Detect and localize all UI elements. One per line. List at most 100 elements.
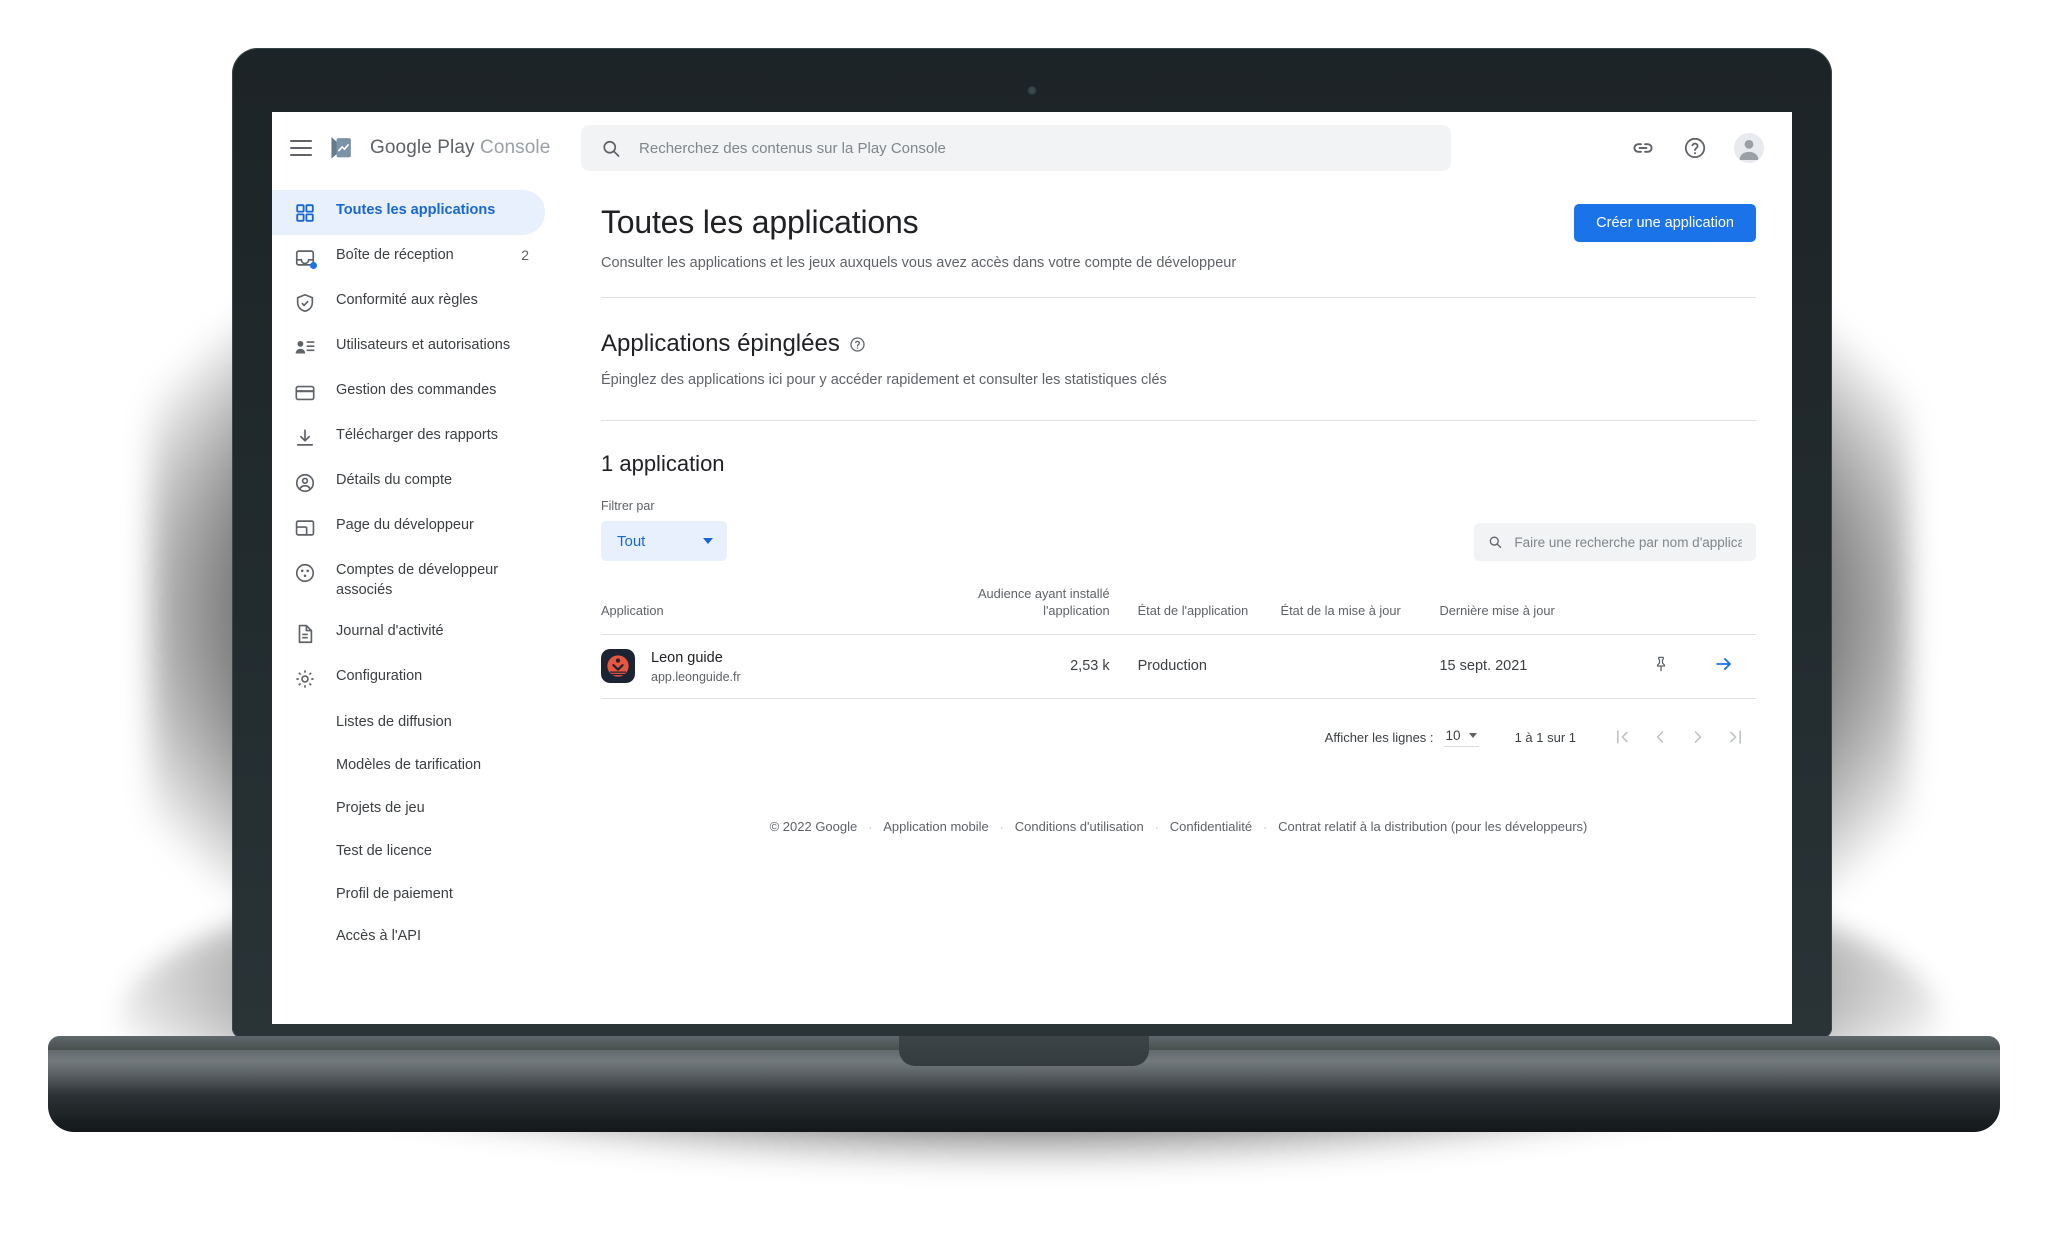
sidebar-item-label: Boîte de réception — [336, 247, 454, 263]
sidebar-subitem-projets-de-jeu[interactable]: Projets de jeu — [272, 787, 567, 830]
brand-row: Google Play Console — [272, 112, 567, 184]
footer-link-confidentialite[interactable]: Confidentialité — [1170, 819, 1252, 834]
cell-last-update: 15 sept. 2021 — [1439, 658, 1528, 675]
sidebar-subitem-listes-de-diffusion[interactable]: Listes de diffusion — [272, 701, 567, 744]
app-search-input[interactable] — [1514, 534, 1742, 550]
column-header-update-state: État de la mise à jour — [1280, 603, 1401, 619]
table-row[interactable]: Leon guide app.leonguide.fr 2,53 k Produ… — [601, 634, 1756, 699]
search-input[interactable] — [639, 139, 1431, 157]
prev-page-button[interactable] — [1644, 721, 1676, 753]
users-permissions-icon — [294, 337, 316, 359]
help-circle-icon[interactable] — [1682, 135, 1708, 161]
create-app-button[interactable]: Créer une application — [1574, 204, 1756, 242]
sidebar-item-page-du-developpeur[interactable]: Page du développeur — [272, 505, 545, 550]
sidebar-item-label: Conformité aux règles — [336, 292, 478, 308]
sidebar-item-telecharger-des-rapports[interactable]: Télécharger des rapports — [272, 415, 545, 460]
sidebar-item-label: Détails du compte — [336, 472, 453, 488]
app-name: Leon guide — [651, 649, 723, 666]
rows-per-page-label: Afficher les lignes : — [1324, 729, 1434, 745]
account-avatar-icon — [1739, 140, 1759, 160]
brand-console: Console — [480, 137, 551, 158]
chevron-down-icon — [703, 538, 713, 544]
search-icon — [1489, 536, 1502, 549]
last-page-button[interactable] — [1720, 721, 1752, 753]
sidebar-item-details-du-compte[interactable]: Détails du compte — [272, 460, 545, 505]
pinned-section-header: Applications épinglées — [601, 330, 1756, 358]
sidebar-item-conformite-aux-regles[interactable]: Conformité aux règles — [272, 280, 545, 325]
page-header: Toutes les applications Consulter les ap… — [601, 184, 1756, 271]
menu-hamburger-icon[interactable] — [290, 140, 312, 156]
laptop-base-notch — [899, 1036, 1149, 1066]
next-page-button[interactable] — [1682, 721, 1714, 753]
sidebar-item-journal-dactivite[interactable]: Journal d'activité — [272, 611, 545, 656]
chevron-down-icon — [1468, 732, 1477, 738]
pin-icon — [1656, 657, 1665, 672]
column-header-last-update: Dernière mise à jour — [1439, 603, 1555, 619]
link-icon[interactable] — [1630, 135, 1656, 161]
filter-row: Filtrer par Tout — [601, 499, 1756, 561]
linked-accounts-icon — [294, 562, 316, 584]
pin-app-button[interactable] — [1629, 634, 1693, 699]
layout-page-icon — [294, 517, 316, 539]
cell-app-state: Production — [1137, 658, 1207, 675]
column-header-pin — [1629, 585, 1693, 634]
footer-separator: · — [868, 819, 873, 834]
sidebar-subitem-acces-a-lapi[interactable]: Accès à l'API — [272, 915, 567, 958]
grid-apps-icon — [294, 202, 316, 224]
play-console-app: Google Play Console Toutes les applicati… — [272, 112, 1792, 1024]
filter-select[interactable]: Tout — [601, 521, 727, 561]
sidebar-item-configuration[interactable]: Configuration — [272, 656, 545, 701]
sidebar-subitem-modeles-de-tarification[interactable]: Modèles de tarification — [272, 744, 567, 787]
credit-card-icon — [294, 382, 316, 404]
column-header-audience: Audience ayant installé l'application — [977, 586, 1110, 619]
first-page-button[interactable] — [1606, 721, 1638, 753]
cell-audience: 2,53 k — [1070, 658, 1110, 675]
first-page-icon — [1617, 730, 1628, 744]
cell-update-state — [1269, 634, 1428, 699]
open-app-button[interactable] — [1692, 634, 1756, 699]
footer: © 2022 Google · Application mobile · Con… — [601, 819, 1756, 834]
sidebar-item-label: Télécharger des rapports — [336, 427, 498, 443]
webcam-icon — [1027, 86, 1037, 95]
pagination-range: 1 à 1 sur 1 — [1514, 729, 1576, 745]
cell-application: Leon guide app.leonguide.fr — [601, 634, 951, 699]
sidebar-item-comptes-de-developpeur-associes[interactable]: Comptes de développeur associés — [272, 550, 545, 611]
footer-separator: · — [1154, 819, 1159, 834]
topbar-actions — [1600, 133, 1764, 163]
footer-link-contrat-distribution[interactable]: Contrat relatif à la distribution (pour … — [1278, 819, 1587, 834]
last-page-icon — [1730, 730, 1741, 744]
sidebar-item-utilisateurs-et-autorisations[interactable]: Utilisateurs et autorisations — [272, 325, 545, 370]
app-name-search[interactable] — [1474, 523, 1756, 561]
brand-title: Google Play Console — [370, 137, 550, 159]
footer-copyright: © 2022 Google — [769, 819, 858, 835]
pagination-buttons — [1606, 721, 1752, 753]
rows-per-page-value: 10 — [1445, 727, 1461, 743]
sidebar-item-toutes-les-applications[interactable]: Toutes les applications — [272, 190, 545, 235]
sidebar-item-boite-de-reception[interactable]: Boîte de réception 2 — [272, 235, 545, 280]
sidebar-subitem-profil-de-paiement[interactable]: Profil de paiement — [272, 873, 567, 916]
rows-per-page-select[interactable]: 10 — [1443, 727, 1479, 747]
sidebar-subitem-test-de-licence[interactable]: Test de licence — [272, 830, 567, 873]
google-play-logo-icon — [331, 137, 351, 159]
account-circle-icon — [294, 472, 316, 494]
sidebar-item-gestion-des-commandes[interactable]: Gestion des commandes — [272, 370, 545, 415]
help-circle-icon[interactable] — [849, 336, 866, 353]
content-area: Toutes les applications Consulter les ap… — [567, 184, 1792, 1024]
page-subtitle: Consulter les applications et les jeux a… — [601, 255, 1237, 271]
page-title: Toutes les applications — [601, 204, 919, 240]
pinned-subtitle: Épinglez des applications ici pour y acc… — [601, 372, 1167, 388]
pinned-title: Applications épinglées — [601, 330, 840, 357]
download-icon — [294, 427, 316, 449]
arrow-right-icon — [1716, 658, 1732, 671]
footer-separator: · — [999, 819, 1004, 834]
footer-link-application-mobile[interactable]: Application mobile — [883, 819, 989, 834]
sidebar-item-label: Comptes de développeur associés — [336, 562, 499, 598]
app-text: Leon guide app.leonguide.fr — [651, 649, 741, 685]
table-body: Leon guide app.leonguide.fr 2,53 k Produ… — [601, 634, 1756, 699]
laptop-screen: Google Play Console Toutes les applicati… — [272, 112, 1792, 1024]
footer-link-conditions[interactable]: Conditions d'utilisation — [1015, 819, 1144, 834]
sidebar-item-label: Utilisateurs et autorisations — [336, 337, 511, 353]
global-search[interactable] — [581, 125, 1451, 171]
avatar[interactable] — [1734, 133, 1764, 163]
sidebar-item-label: Gestion des commandes — [336, 382, 497, 398]
